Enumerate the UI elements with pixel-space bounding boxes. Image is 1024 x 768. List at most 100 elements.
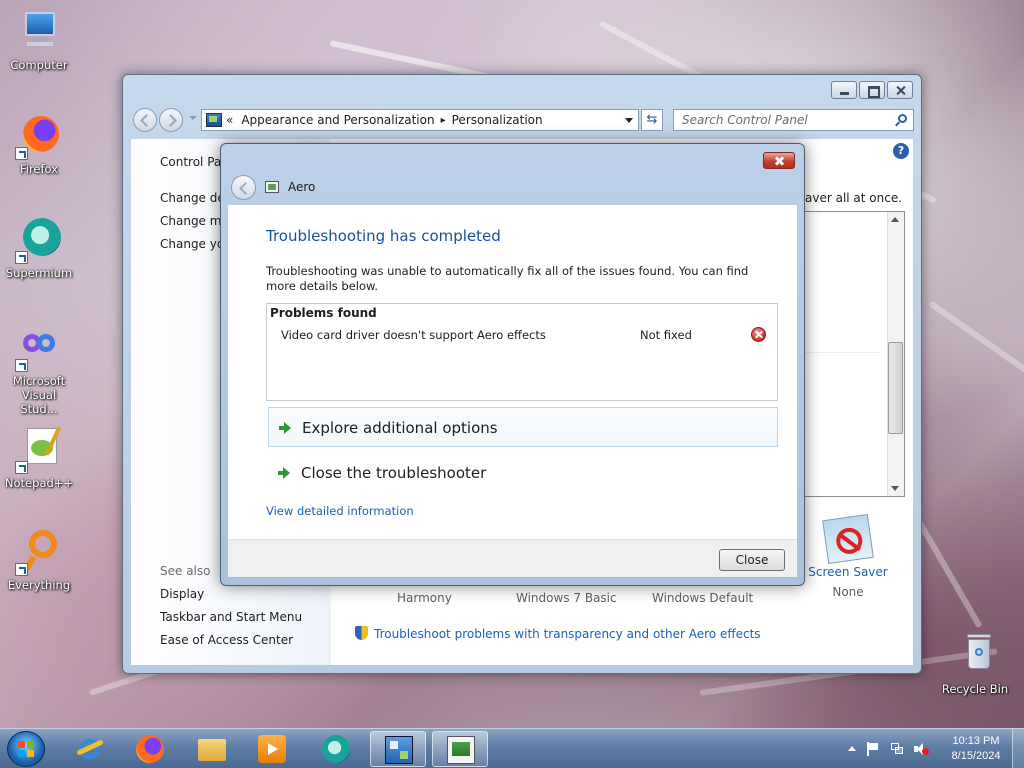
desktop-icon-visual-studio[interactable]: Microsoft Visual Stud... xyxy=(4,324,74,416)
show-desktop-button[interactable] xyxy=(1012,729,1024,768)
troubleshooter-dialog: Aero Troubleshooting has completed Troub… xyxy=(220,143,805,586)
close-button[interactable]: Close xyxy=(719,549,785,571)
file-explorer-icon xyxy=(198,739,226,761)
taskbar-internet-explorer[interactable] xyxy=(62,731,118,767)
search-input[interactable]: Search Control Panel xyxy=(673,109,914,131)
problem-status: Not fixed xyxy=(640,328,692,342)
see-also-heading: See also xyxy=(160,564,211,578)
taskbar-media-player[interactable] xyxy=(244,731,300,767)
problem-name: Video card driver doesn't support Aero e… xyxy=(281,328,546,342)
dialog-heading: Troubleshooting has completed xyxy=(266,227,501,245)
windows-logo-icon xyxy=(18,741,35,758)
dialog-close-button[interactable] xyxy=(763,152,795,169)
taskbar: 10:13 PM 8/15/2024 xyxy=(0,728,1024,768)
close-troubleshooter-button[interactable]: Close the troubleshooter xyxy=(268,453,778,493)
see-also-ease-of-access[interactable]: Ease of Access Center xyxy=(160,633,293,647)
taskbar-file-explorer[interactable] xyxy=(184,731,240,767)
dialog-description: Troubleshooting was unable to automatica… xyxy=(266,264,749,293)
screen-saver-value: None xyxy=(832,585,864,599)
everything-icon xyxy=(15,528,63,576)
desktop-icon-supermium[interactable]: Supermium xyxy=(4,216,74,280)
computer-icon xyxy=(15,8,63,56)
system-clock[interactable]: 10:13 PM 8/15/2024 xyxy=(936,734,1016,764)
firefox-icon xyxy=(136,735,164,763)
scroll-down-icon[interactable] xyxy=(891,486,899,491)
explore-options-label: Explore additional options xyxy=(302,419,498,437)
back-button[interactable] xyxy=(133,108,157,132)
green-arrow-icon xyxy=(278,467,290,479)
problems-heading: Problems found xyxy=(270,306,377,320)
theme-harmony-label[interactable]: Harmony xyxy=(397,591,452,605)
supermium-icon xyxy=(322,735,350,763)
dialog-footer: Close xyxy=(228,539,797,577)
intro-text: aver all at once. xyxy=(805,191,903,205)
start-button[interactable] xyxy=(7,731,45,767)
screen-saver-icon xyxy=(822,514,874,564)
theme-windows-default-label[interactable]: Windows Default xyxy=(652,591,753,605)
dialog-content: Troubleshooting has completed Troublesho… xyxy=(228,205,797,539)
see-also-taskbar[interactable]: Taskbar and Start Menu xyxy=(160,610,302,624)
theme-list-scrollbar[interactable] xyxy=(887,212,904,496)
breadcrumb-appearance[interactable]: Appearance and Personalization xyxy=(241,113,434,127)
refresh-button[interactable]: ⇆ xyxy=(641,109,663,131)
control-panel-icon xyxy=(385,736,413,764)
taskbar-supermium[interactable] xyxy=(308,731,364,767)
taskbar-troubleshooter[interactable] xyxy=(432,731,488,767)
visual-studio-icon xyxy=(15,324,63,372)
address-dropdown-icon[interactable] xyxy=(625,118,633,123)
action-center-flag-icon[interactable] xyxy=(866,742,880,756)
green-arrow-icon xyxy=(279,422,291,434)
uac-shield-icon xyxy=(355,626,368,640)
clock-date: 8/15/2024 xyxy=(951,750,1001,762)
navigation-bar: « Appearance and Personalization ▸ Perso… xyxy=(131,106,914,134)
desktop-icon-computer[interactable]: Computer xyxy=(4,8,74,72)
help-icon[interactable]: ? xyxy=(893,143,909,159)
screen-saver-label[interactable]: Screen Saver xyxy=(803,565,893,579)
troubleshooter-icon xyxy=(447,736,475,764)
address-bar[interactable]: « Appearance and Personalization ▸ Perso… xyxy=(201,109,639,131)
desktop-icon-everything[interactable]: Everything xyxy=(4,528,74,592)
taskbar-firefox[interactable] xyxy=(122,731,178,767)
control-panel-icon xyxy=(206,113,222,127)
breadcrumb-chevron-icon[interactable]: ▸ xyxy=(441,115,446,126)
scroll-up-icon[interactable] xyxy=(891,217,899,222)
close-window-button[interactable] xyxy=(887,81,913,99)
taskbar-control-panel[interactable] xyxy=(370,731,426,767)
supermium-icon xyxy=(15,216,63,264)
control-panel-home-link[interactable]: Control Pan xyxy=(160,155,229,169)
desktop-icon-notepadpp[interactable]: Notepad++ xyxy=(4,426,74,490)
clock-time: 10:13 PM xyxy=(952,735,1000,747)
left-link-mouse[interactable]: Change mo xyxy=(160,214,229,228)
see-also-display[interactable]: Display xyxy=(160,587,204,601)
minimize-button[interactable] xyxy=(831,81,857,99)
error-icon xyxy=(751,327,766,342)
volume-muted-icon[interactable] xyxy=(914,742,929,756)
firefox-icon xyxy=(15,112,63,160)
view-detailed-info-link[interactable]: View detailed information xyxy=(266,504,414,518)
troubleshooter-icon xyxy=(265,181,279,193)
screen-saver-setting[interactable]: Screen Saver None xyxy=(803,514,893,599)
close-troubleshooter-label: Close the troubleshooter xyxy=(301,464,487,482)
search-placeholder: Search Control Panel xyxy=(682,113,808,127)
dialog-back-button[interactable] xyxy=(231,175,256,200)
explore-options-button[interactable]: Explore additional options xyxy=(268,407,778,447)
breadcrumb-personalization[interactable]: Personalization xyxy=(452,113,543,127)
recent-pages-dropdown[interactable] xyxy=(189,116,197,120)
troubleshoot-aero-link[interactable]: Troubleshoot problems with transparency … xyxy=(355,626,761,641)
show-hidden-icons-chevron-icon[interactable] xyxy=(846,742,860,756)
desktop-icon-firefox[interactable]: Firefox xyxy=(4,112,74,176)
scroll-thumb[interactable] xyxy=(888,342,903,434)
dialog-title: Aero xyxy=(288,180,316,194)
desktop-icon-recycle-bin[interactable]: Recycle Bin xyxy=(940,632,1010,696)
network-icon[interactable] xyxy=(890,742,904,756)
problems-found-panel: Problems found Video card driver doesn't… xyxy=(266,303,778,401)
internet-explorer-icon xyxy=(76,735,104,763)
notepadpp-icon xyxy=(15,426,63,474)
theme-windows7-basic-label[interactable]: Windows 7 Basic xyxy=(516,591,617,605)
media-player-icon xyxy=(258,735,286,763)
recycle-bin-icon xyxy=(951,632,999,680)
maximize-button[interactable] xyxy=(859,81,885,99)
forward-button[interactable] xyxy=(159,108,183,132)
search-icon[interactable] xyxy=(898,114,907,123)
breadcrumb-overflow[interactable]: « xyxy=(226,113,233,127)
